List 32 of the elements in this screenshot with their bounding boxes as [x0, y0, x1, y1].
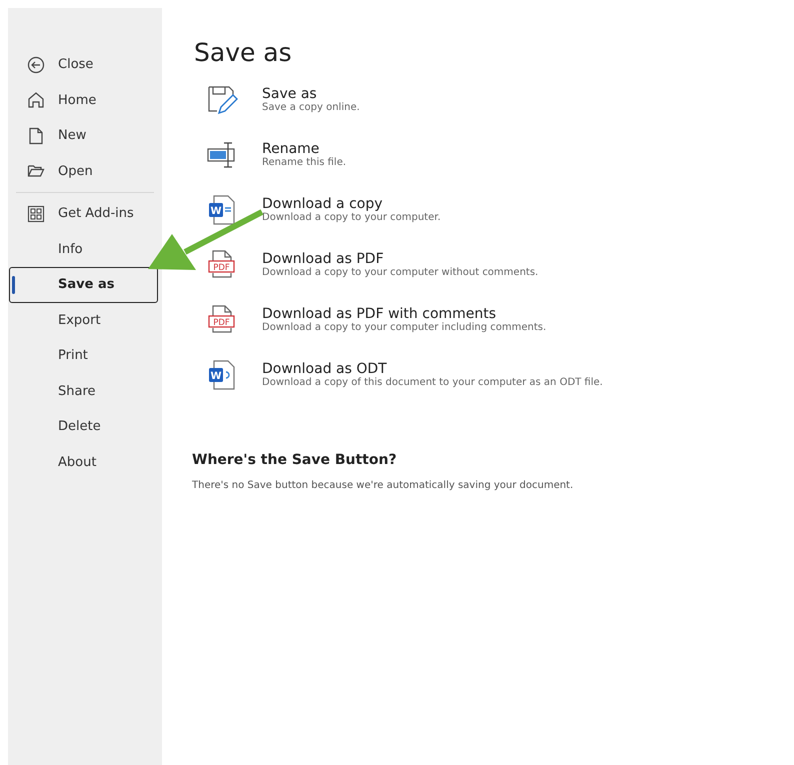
option-description: Download a copy to your computer.: [262, 212, 441, 223]
option-description: Download a copy to your computer without comments.: [262, 267, 538, 278]
sidebar-item[interactable]: Delete: [9, 409, 158, 444]
back-icon: [27, 56, 45, 74]
sidebar-item[interactable]: Open: [9, 154, 158, 189]
sidebar-item[interactable]: Info: [9, 232, 158, 267]
option-title[interactable]: Download as PDF with comments: [262, 306, 546, 322]
option-description: Download a copy to your computer including comments.: [262, 322, 546, 333]
option-title[interactable]: Download as PDF: [262, 251, 538, 267]
sidebar-item[interactable]: Print: [9, 338, 158, 374]
option-description: Save a copy online.: [262, 102, 360, 113]
sidebar-item[interactable]: Share: [9, 374, 158, 409]
grid-icon: [27, 204, 45, 223]
option-title[interactable]: Download as ODT: [262, 361, 603, 377]
page-title: Save as: [194, 38, 293, 67]
sidebar-item[interactable]: Save as: [9, 267, 158, 302]
sidebar-item[interactable]: Export: [9, 302, 158, 338]
option-title[interactable]: Save as: [262, 86, 360, 102]
option-description: Rename this file.: [262, 157, 346, 168]
home-icon: [27, 91, 45, 110]
save-pencil-icon: [206, 84, 238, 116]
sidebar-item[interactable]: About: [9, 444, 158, 480]
option-title[interactable]: Download a copy: [262, 196, 441, 212]
note-text: There's no Save button because we're automatically saving your document.: [192, 480, 574, 491]
sidebar-item[interactable]: Home: [9, 82, 158, 118]
sidebar-item[interactable]: New: [9, 118, 158, 154]
sidebar-item[interactable]: Get Add-ins: [9, 196, 158, 232]
document-icon: [27, 126, 45, 145]
option-description: Download a copy of this document to your computer as an ODT file.: [262, 377, 603, 388]
note-heading: Where's the Save Button?: [192, 452, 398, 468]
option-title[interactable]: Rename: [262, 141, 346, 157]
sidebar-item[interactable]: Close: [9, 47, 158, 82]
